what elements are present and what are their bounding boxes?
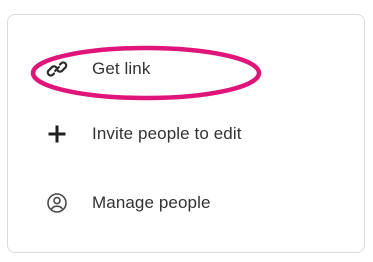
menu-item-label: Manage people	[92, 193, 211, 212]
menu-item-label: Get link	[92, 59, 151, 78]
menu-item-label: Invite people to edit	[92, 124, 242, 143]
plus-icon	[44, 121, 70, 147]
menu-item-get-link[interactable]: Get link	[0, 47, 373, 91]
link-icon	[44, 56, 70, 82]
people-circle-icon	[44, 190, 70, 216]
menu-item-manage-people[interactable]: Manage people	[0, 181, 373, 225]
menu-item-invite-people[interactable]: Invite people to edit	[0, 112, 373, 156]
